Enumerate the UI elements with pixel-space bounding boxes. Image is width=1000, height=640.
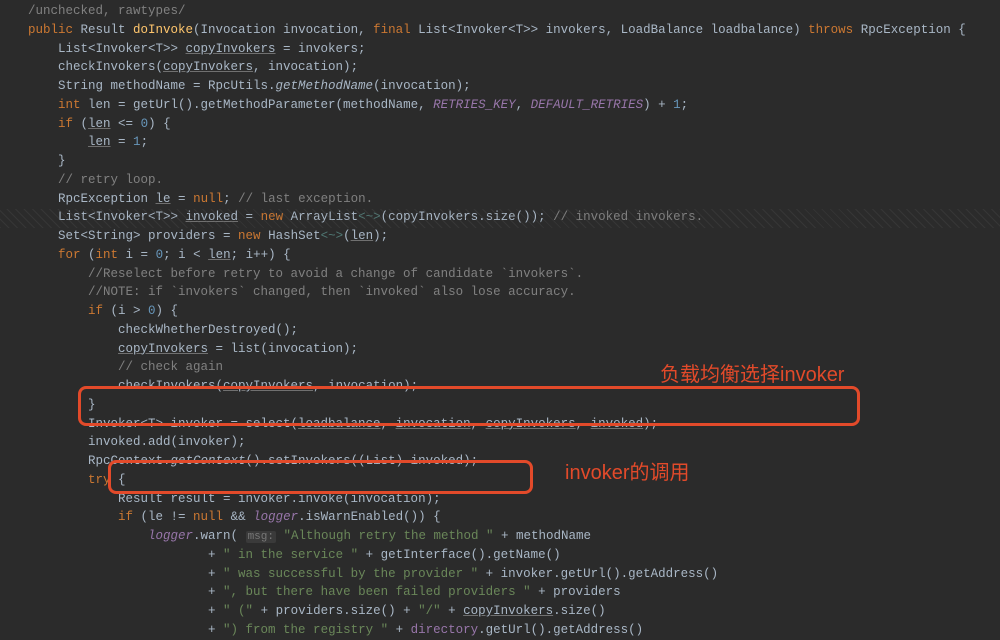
code-line: List<Invoker<T>> invoked = new ArrayList… (28, 208, 1000, 227)
code-line: RpcException le = null; // last exceptio… (28, 190, 1000, 209)
code-line: checkInvokers(copyInvokers, invocation); (28, 58, 1000, 77)
code-line: checkInvokers(copyInvokers, invocation); (28, 377, 1000, 396)
code-line: invoked.add(invoker); (28, 433, 1000, 452)
code-line: Set<String> providers = new HashSet<~>(l… (28, 227, 1000, 246)
code-line: if (le != null && logger.isWarnEnabled()… (28, 508, 1000, 527)
code-line: int len = getUrl().getMethodParameter(me… (28, 96, 1000, 115)
code-line: //NOTE: if `invokers` changed, then `inv… (28, 283, 1000, 302)
code-line: + " was successful by the provider " + i… (28, 565, 1000, 584)
code-line: + ") from the registry " + directory.get… (28, 621, 1000, 640)
code-line: Result result = invoker.invoke(invocatio… (28, 490, 1000, 509)
code-line: + " (" + providers.size() + "/" + copyIn… (28, 602, 1000, 621)
code-line: List<Invoker<T>> copyInvokers = invokers… (28, 40, 1000, 59)
code-line: for (int i = 0; i < len; i++) { (28, 246, 1000, 265)
code-line: + ", but there have been failed provider… (28, 583, 1000, 602)
code-editor[interactable]: /unchecked, rawtypes/ public Result doIn… (0, 0, 1000, 640)
code-line: try { (28, 471, 1000, 490)
code-line: } (28, 396, 1000, 415)
code-line: if (i > 0) { (28, 302, 1000, 321)
code-line: // check again (28, 358, 1000, 377)
code-line: RpcContext.getContext().setInvokers((Lis… (28, 452, 1000, 471)
code-line: public Result doInvoke(Invocation invoca… (28, 21, 1000, 40)
code-line: len = 1; (28, 133, 1000, 152)
code-line: String methodName = RpcUtils.getMethodNa… (28, 77, 1000, 96)
code-line: logger.warn( msg: "Although retry the me… (28, 527, 1000, 546)
code-line: checkWhetherDestroyed(); (28, 321, 1000, 340)
code-line: Invoker<T> invoker = select(loadbalance,… (28, 415, 1000, 434)
code-line: + " in the service " + getInterface().ge… (28, 546, 1000, 565)
code-line: // retry loop. (28, 171, 1000, 190)
code-line: //Reselect before retry to avoid a chang… (28, 265, 1000, 284)
code-line: /unchecked, rawtypes/ (28, 2, 1000, 21)
code-line: } (28, 152, 1000, 171)
code-line: if (len <= 0) { (28, 115, 1000, 134)
code-line: copyInvokers = list(invocation); (28, 340, 1000, 359)
